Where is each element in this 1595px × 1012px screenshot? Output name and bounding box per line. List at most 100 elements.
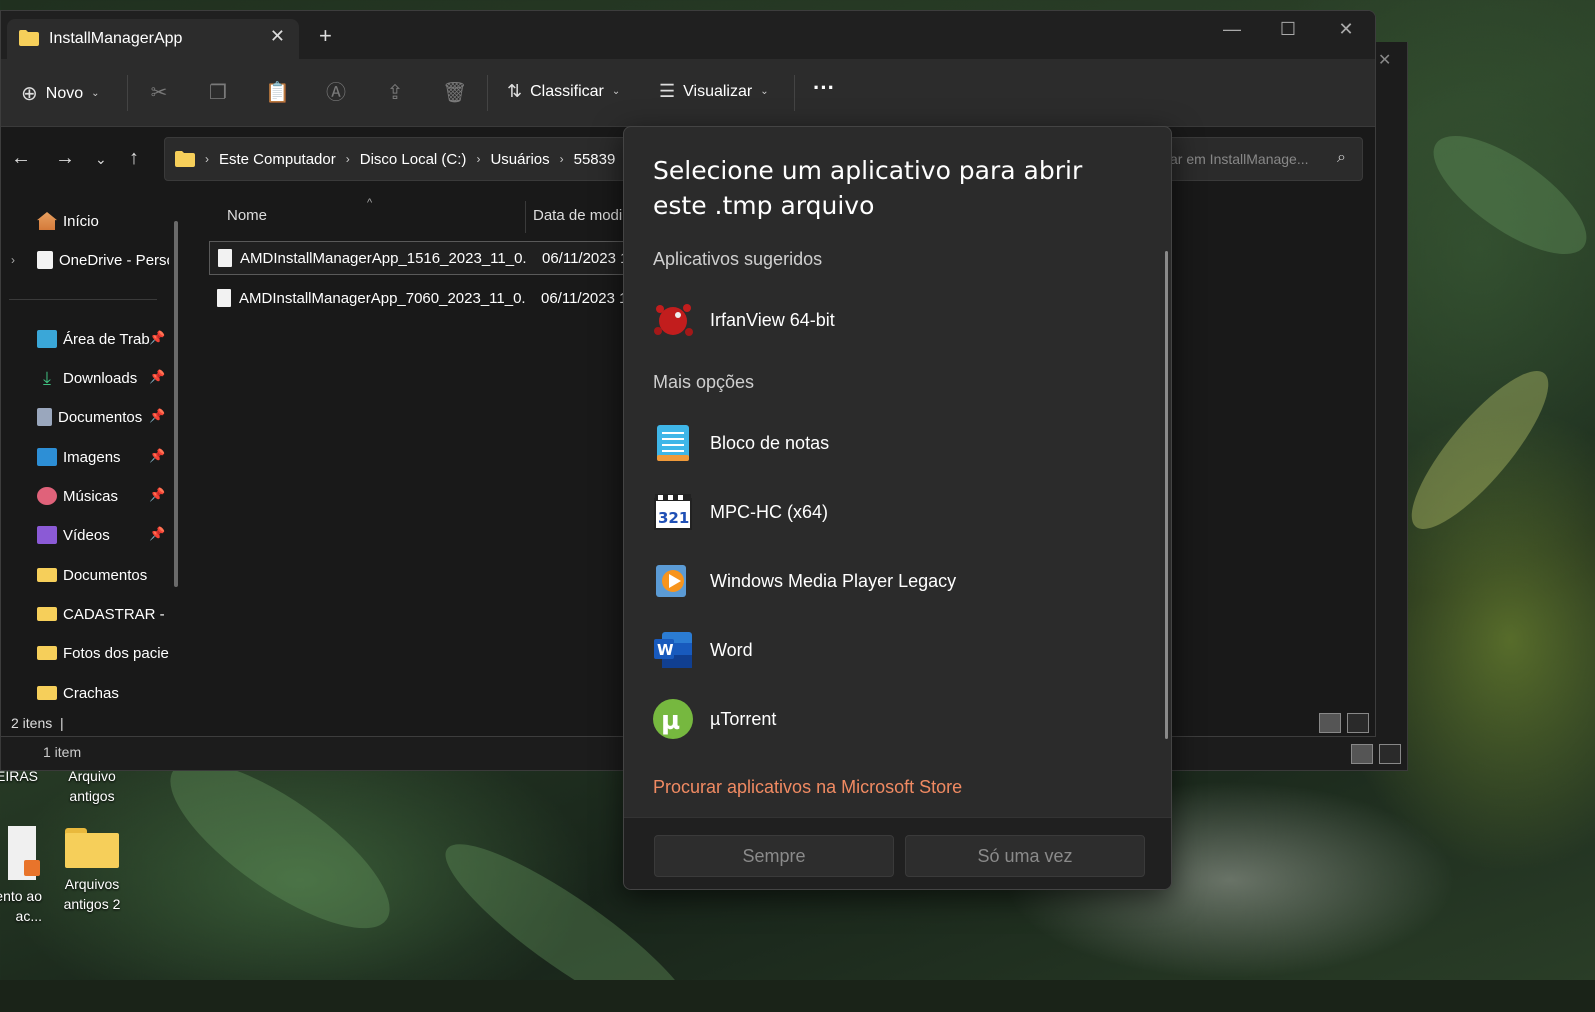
- view-button[interactable]: ☰ Visualizar ⌄: [659, 81, 769, 102]
- sort-button-label: Classificar: [530, 82, 604, 100]
- cut-icon[interactable]: ✂: [147, 81, 171, 105]
- dialog-title: Selecione um aplicativo para abrir este …: [653, 156, 1083, 220]
- sidebar-item-label: Músicas: [63, 487, 119, 505]
- sidebar-item-label: Documentos: [58, 408, 143, 426]
- column-header-date[interactable]: Data de modi: [533, 207, 622, 224]
- svg-text:321: 321: [658, 509, 689, 527]
- column-divider[interactable]: [525, 201, 526, 233]
- new-button-label: Novo: [45, 84, 84, 102]
- desktop-icon: [37, 330, 57, 348]
- just-once-button[interactable]: Só uma vez: [905, 835, 1145, 877]
- sidebar-item-label: Documentos: [63, 566, 148, 584]
- app-option-word[interactable]: W Word: [648, 622, 1148, 678]
- pin-icon: 📌: [149, 526, 166, 541]
- paste-icon[interactable]: 📋: [265, 81, 290, 105]
- status-text: 1 item: [43, 744, 82, 760]
- view-list-icon: ☰: [659, 81, 676, 101]
- app-option-utorrent[interactable]: µ µTorrent: [648, 691, 1148, 747]
- app-option-irfanview[interactable]: IrfanView 64-bit: [648, 292, 1148, 348]
- table-row[interactable]: AMDInstallManagerApp_7060_2023_11_0... 0…: [209, 281, 639, 315]
- dialog-footer: Sempre Só uma vez: [624, 817, 1171, 889]
- details-view-button[interactable]: [1351, 744, 1373, 764]
- open-with-dialog: Selecione um aplicativo para abrir este …: [623, 126, 1172, 890]
- sidebar-item-folder-documentos[interactable]: Documentos: [37, 563, 169, 587]
- folder-icon: [19, 30, 39, 46]
- file-name: AMDInstallManagerApp_1516_2023_11_0...: [240, 249, 526, 267]
- divider: [794, 75, 795, 111]
- app-option-wmp[interactable]: Windows Media Player Legacy: [648, 553, 1148, 609]
- delete-icon[interactable]: 🗑: [442, 81, 467, 105]
- folder-icon: [37, 607, 57, 621]
- sort-icon: ⇅: [507, 81, 523, 101]
- expand-chevron-icon[interactable]: ›: [11, 253, 15, 267]
- desktop-icon-partial[interactable]: mento ao ac...: [0, 826, 42, 926]
- new-button[interactable]: ⊕ Novo ⌄: [21, 81, 100, 106]
- dialog-scrollbar[interactable]: [1165, 251, 1168, 739]
- sidebar-item-cadastrar[interactable]: CADASTRAR - J(: [37, 602, 169, 626]
- breadcrumb-item[interactable]: Usuários: [490, 151, 549, 168]
- more-options-header: Mais opções: [653, 372, 755, 392]
- app-option-notepad[interactable]: Bloco de notas: [648, 415, 1148, 471]
- maximize-button[interactable]: ☐: [1273, 19, 1303, 40]
- details-view-button[interactable]: [1319, 713, 1341, 733]
- sidebar-item-crachas[interactable]: Crachas: [37, 681, 169, 705]
- app-name: µTorrent: [710, 708, 777, 729]
- sidebar-item-inicio[interactable]: Início: [37, 209, 169, 233]
- title-bar: InstallManagerApp ✕ + — ☐ ✕: [1, 11, 1375, 59]
- address-bar[interactable]: › Este Computador › Disco Local (C:) › U…: [164, 137, 634, 181]
- file-list: ^ Nome Data de modi AMDInstallManagerApp…: [189, 189, 639, 709]
- breadcrumb-item[interactable]: Este Computador: [219, 151, 336, 168]
- always-button[interactable]: Sempre: [654, 835, 894, 877]
- sidebar-item-label: Área de Trab: [63, 330, 150, 348]
- divider: [9, 299, 157, 300]
- up-arrow-icon[interactable]: ↑: [129, 147, 139, 170]
- forward-arrow-icon[interactable]: →: [55, 147, 75, 170]
- recent-chevron-icon[interactable]: ⌄: [95, 151, 107, 168]
- desktop-icon-arquivo-antigos[interactable]: Arquivo antigos: [52, 766, 132, 806]
- share-icon[interactable]: ⇪: [383, 81, 407, 105]
- desktop-icon-arquivos-antigos-2[interactable]: Arquivos antigos 2: [52, 828, 132, 914]
- more-options-button[interactable]: ···: [813, 75, 835, 101]
- sidebar-item-label: Crachas: [63, 684, 119, 702]
- close-window-button[interactable]: ✕: [1331, 19, 1361, 40]
- download-icon: ⤓: [43, 368, 51, 388]
- view-button-label: Visualizar: [683, 82, 753, 100]
- breadcrumb-item[interactable]: Disco Local (C:): [360, 151, 467, 168]
- chevron-right-icon: ›: [559, 152, 564, 166]
- back-arrow-icon[interactable]: ←: [11, 147, 31, 170]
- minimize-button[interactable]: —: [1217, 19, 1247, 40]
- app-name: Bloco de notas: [710, 432, 830, 453]
- new-tab-button[interactable]: +: [319, 25, 332, 47]
- microsoft-store-link[interactable]: Procurar aplicativos na Microsoft Store: [653, 777, 962, 798]
- table-row[interactable]: AMDInstallManagerApp_1516_2023_11_0... 0…: [209, 241, 639, 275]
- tiles-view-button[interactable]: [1347, 713, 1369, 733]
- word-icon: W: [654, 632, 692, 668]
- rename-icon[interactable]: Ⓐ: [324, 81, 348, 105]
- desktop-icon-label: Arquivos antigos 2: [63, 876, 121, 912]
- column-header-name[interactable]: Nome: [227, 207, 267, 224]
- sort-button[interactable]: ⇅ Classificar ⌄: [507, 81, 620, 102]
- document-icon: [8, 826, 40, 880]
- app-option-mpc-hc[interactable]: 321 MPC-HC (x64): [648, 484, 1148, 540]
- search-input[interactable]: ar em InstallManage... ⌕: [1161, 137, 1363, 181]
- close-tab-button[interactable]: ✕: [270, 26, 285, 47]
- app-name: Windows Media Player Legacy: [710, 570, 957, 591]
- chevron-right-icon: ›: [345, 152, 350, 166]
- wmp-icon: [656, 565, 686, 597]
- utorrent-icon: µ: [653, 699, 693, 739]
- mpc-hc-icon: 321: [654, 494, 692, 530]
- background-window-edge: ✕: [1374, 42, 1408, 742]
- copy-icon[interactable]: ❐: [206, 81, 230, 105]
- tab-installmanagerapp[interactable]: InstallManagerApp ✕: [7, 19, 299, 59]
- music-icon: [37, 487, 57, 505]
- video-icon: [37, 526, 57, 544]
- sidebar-item-label: Downloads: [63, 369, 138, 387]
- tiles-view-button[interactable]: [1379, 744, 1401, 764]
- breadcrumb-item[interactable]: 55839: [574, 151, 616, 168]
- sidebar-scrollbar[interactable]: [174, 221, 178, 587]
- sidebar-item-fotos[interactable]: Fotos dos pacie: [37, 641, 169, 665]
- sidebar-item-onedrive[interactable]: OneDrive - Persc: [37, 248, 169, 272]
- background-foliage: [1416, 114, 1595, 276]
- close-icon[interactable]: ✕: [1378, 50, 1391, 69]
- chevron-down-icon: ⌄: [611, 86, 621, 97]
